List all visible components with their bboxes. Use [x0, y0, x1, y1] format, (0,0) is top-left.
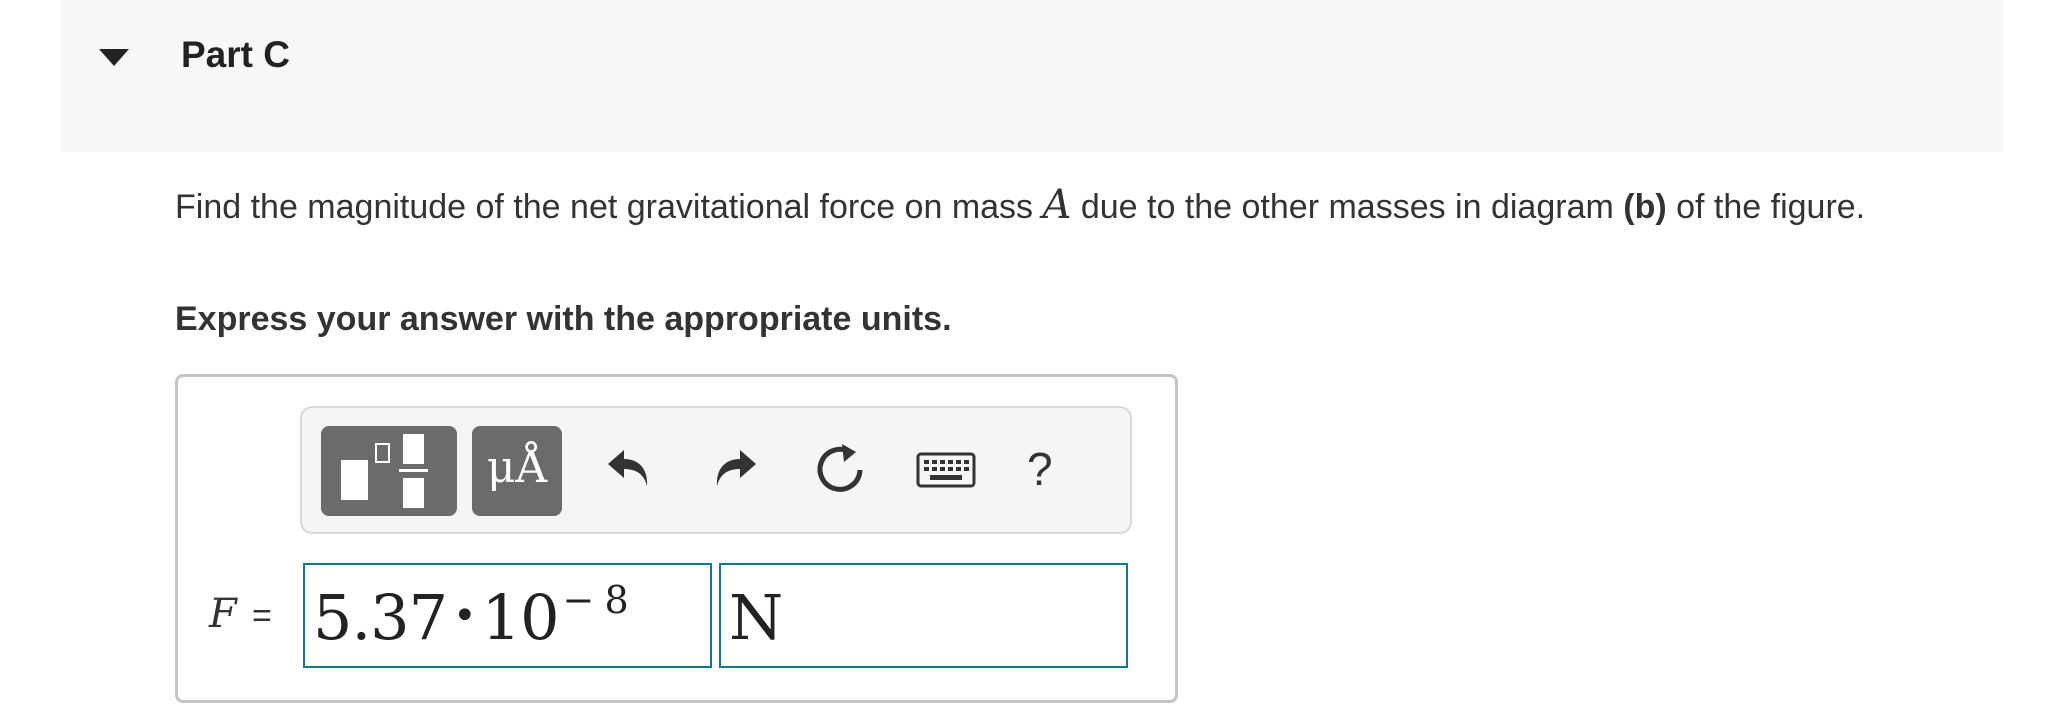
symbols-label: μÅ	[486, 442, 548, 493]
value-expression: 5.37 •10− 8	[313, 578, 629, 654]
question-text: Find the magnitude of the net gravitatio…	[175, 182, 1935, 230]
redo-icon	[716, 450, 756, 486]
question-text-middle: due to the other masses in diagram	[1071, 188, 1624, 226]
keyboard-button[interactable]	[914, 436, 978, 500]
question-text-before: Find the magnitude of the net gravitatio…	[175, 188, 1043, 226]
help-button[interactable]: ?	[1027, 442, 1053, 496]
value-mantissa: 5.37	[313, 581, 448, 654]
mass-variable: A	[1042, 182, 1072, 228]
unit-input[interactable]: N	[719, 563, 1128, 668]
symbols-button[interactable]: μÅ	[472, 426, 562, 516]
caret-down-icon[interactable]	[99, 49, 129, 66]
templates-icon	[341, 434, 428, 508]
undo-button[interactable]	[602, 436, 662, 500]
question-text-after: of the figure.	[1666, 188, 1866, 226]
part-header	[60, 0, 2004, 152]
value-exponent: − 8	[562, 578, 629, 622]
redo-button[interactable]	[702, 436, 762, 500]
diagram-label: (b)	[1623, 188, 1667, 226]
value-base: 10	[481, 581, 560, 654]
answer-instruction: Express your answer with the appropriate…	[175, 300, 952, 338]
multiply-symbol: •	[453, 593, 477, 639]
templates-button[interactable]	[321, 426, 457, 516]
part-title[interactable]: Part C	[181, 34, 290, 76]
keyboard-icon	[916, 452, 976, 488]
reset-button[interactable]	[810, 436, 870, 500]
math-toolbar: μÅ ?	[300, 406, 1132, 534]
value-input[interactable]: 5.37 •10− 8	[303, 563, 712, 668]
answer-variable: F	[209, 591, 237, 637]
undo-icon	[608, 450, 648, 486]
reset-icon	[817, 444, 863, 492]
unit-value: N	[729, 581, 783, 654]
equals-sign: =	[252, 597, 272, 635]
